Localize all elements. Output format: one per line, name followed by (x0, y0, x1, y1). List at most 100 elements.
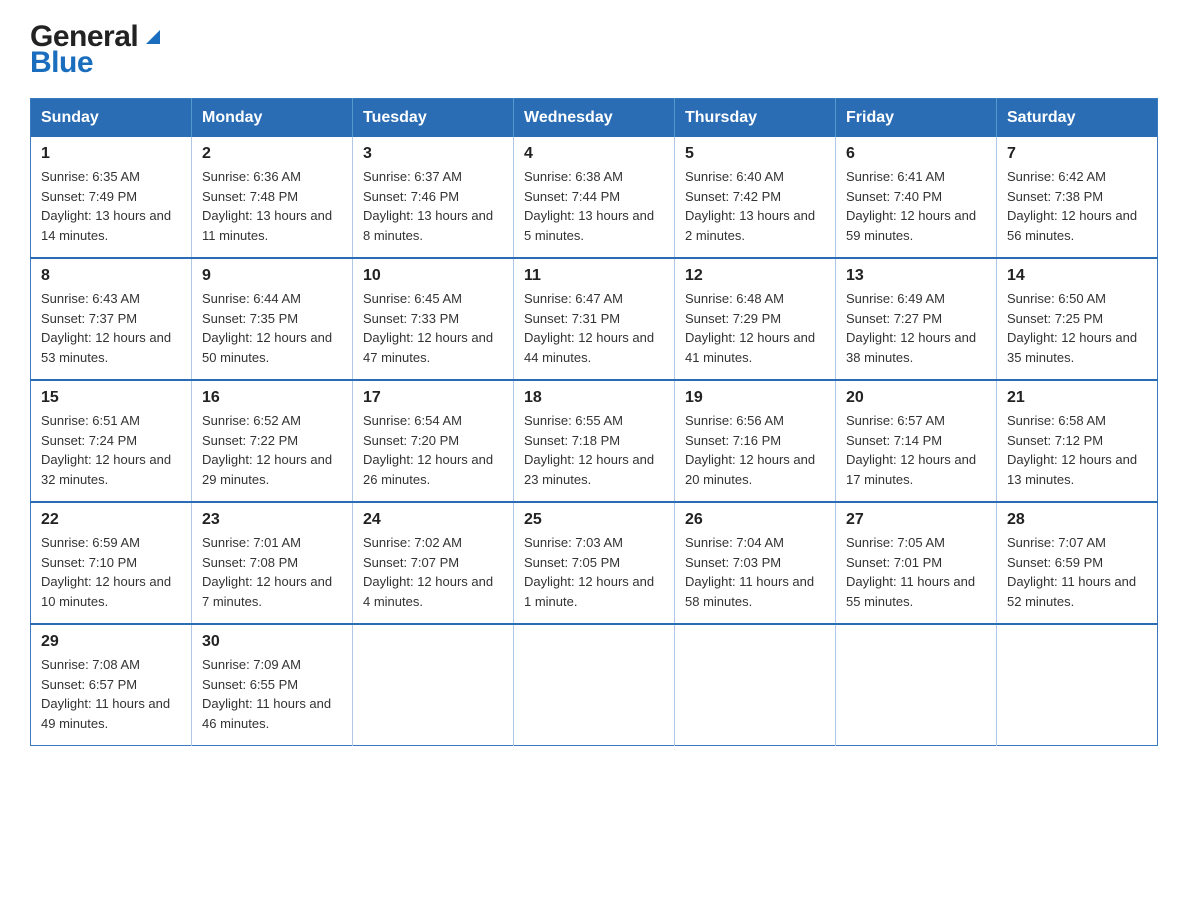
calendar-day-cell: 7 Sunrise: 6:42 AM Sunset: 7:38 PM Dayli… (997, 137, 1158, 258)
sunrise-text: Sunrise: 6:47 AM (524, 291, 623, 306)
sunrise-text: Sunrise: 6:37 AM (363, 169, 462, 184)
calendar-day-cell: 2 Sunrise: 6:36 AM Sunset: 7:48 PM Dayli… (192, 137, 353, 258)
day-number: 13 (846, 267, 986, 285)
day-number: 6 (846, 145, 986, 163)
calendar-day-cell: 27 Sunrise: 7:05 AM Sunset: 7:01 PM Dayl… (836, 502, 997, 624)
sunset-text: Sunset: 7:03 PM (685, 555, 781, 570)
day-info: Sunrise: 6:42 AM Sunset: 7:38 PM Dayligh… (1007, 167, 1147, 245)
sunrise-text: Sunrise: 6:44 AM (202, 291, 301, 306)
calendar-header: Sunday Monday Tuesday Wednesday Thursday… (31, 99, 1158, 138)
calendar-day-cell: 13 Sunrise: 6:49 AM Sunset: 7:27 PM Dayl… (836, 258, 997, 380)
daylight-text: Daylight: 12 hours and 47 minutes. (363, 330, 493, 365)
day-number: 7 (1007, 145, 1147, 163)
day-number: 29 (41, 633, 181, 651)
daylight-text: Daylight: 12 hours and 56 minutes. (1007, 208, 1137, 243)
day-number: 24 (363, 511, 503, 529)
sunrise-text: Sunrise: 6:56 AM (685, 413, 784, 428)
sunrise-text: Sunrise: 7:05 AM (846, 535, 945, 550)
daylight-text: Daylight: 11 hours and 52 minutes. (1007, 574, 1136, 609)
calendar-week-row: 22 Sunrise: 6:59 AM Sunset: 7:10 PM Dayl… (31, 502, 1158, 624)
sunrise-text: Sunrise: 6:48 AM (685, 291, 784, 306)
daylight-text: Daylight: 13 hours and 5 minutes. (524, 208, 654, 243)
sunrise-text: Sunrise: 6:35 AM (41, 169, 140, 184)
sunset-text: Sunset: 7:35 PM (202, 311, 298, 326)
day-info: Sunrise: 7:04 AM Sunset: 7:03 PM Dayligh… (685, 533, 825, 611)
sunrise-text: Sunrise: 6:40 AM (685, 169, 784, 184)
header-thursday: Thursday (675, 99, 836, 138)
daylight-text: Daylight: 12 hours and 41 minutes. (685, 330, 815, 365)
daylight-text: Daylight: 12 hours and 4 minutes. (363, 574, 493, 609)
sunset-text: Sunset: 7:25 PM (1007, 311, 1103, 326)
day-number: 8 (41, 267, 181, 285)
sunset-text: Sunset: 7:33 PM (363, 311, 459, 326)
logo-blue-text: Blue (30, 46, 93, 80)
calendar-day-cell: 24 Sunrise: 7:02 AM Sunset: 7:07 PM Dayl… (353, 502, 514, 624)
calendar-week-row: 15 Sunrise: 6:51 AM Sunset: 7:24 PM Dayl… (31, 380, 1158, 502)
day-info: Sunrise: 7:07 AM Sunset: 6:59 PM Dayligh… (1007, 533, 1147, 611)
sunset-text: Sunset: 7:48 PM (202, 189, 298, 204)
header-sunday: Sunday (31, 99, 192, 138)
daylight-text: Daylight: 12 hours and 13 minutes. (1007, 452, 1137, 487)
daylight-text: Daylight: 12 hours and 23 minutes. (524, 452, 654, 487)
day-number: 19 (685, 389, 825, 407)
calendar-day-cell (997, 624, 1158, 746)
day-number: 30 (202, 633, 342, 651)
daylight-text: Daylight: 12 hours and 38 minutes. (846, 330, 976, 365)
sunset-text: Sunset: 7:49 PM (41, 189, 137, 204)
sunrise-text: Sunrise: 6:43 AM (41, 291, 140, 306)
daylight-text: Daylight: 13 hours and 11 minutes. (202, 208, 332, 243)
day-info: Sunrise: 6:52 AM Sunset: 7:22 PM Dayligh… (202, 411, 342, 489)
calendar-day-cell: 20 Sunrise: 6:57 AM Sunset: 7:14 PM Dayl… (836, 380, 997, 502)
sunrise-text: Sunrise: 7:07 AM (1007, 535, 1106, 550)
calendar-body: 1 Sunrise: 6:35 AM Sunset: 7:49 PM Dayli… (31, 137, 1158, 746)
day-info: Sunrise: 6:47 AM Sunset: 7:31 PM Dayligh… (524, 289, 664, 367)
sunrise-text: Sunrise: 6:54 AM (363, 413, 462, 428)
calendar-day-cell: 1 Sunrise: 6:35 AM Sunset: 7:49 PM Dayli… (31, 137, 192, 258)
calendar-day-cell (675, 624, 836, 746)
logo-triangle-icon (142, 24, 164, 46)
sunset-text: Sunset: 7:18 PM (524, 433, 620, 448)
calendar-day-cell: 6 Sunrise: 6:41 AM Sunset: 7:40 PM Dayli… (836, 137, 997, 258)
day-info: Sunrise: 6:44 AM Sunset: 7:35 PM Dayligh… (202, 289, 342, 367)
day-info: Sunrise: 7:01 AM Sunset: 7:08 PM Dayligh… (202, 533, 342, 611)
sunset-text: Sunset: 7:16 PM (685, 433, 781, 448)
calendar-day-cell: 30 Sunrise: 7:09 AM Sunset: 6:55 PM Dayl… (192, 624, 353, 746)
sunset-text: Sunset: 7:01 PM (846, 555, 942, 570)
daylight-text: Daylight: 11 hours and 49 minutes. (41, 696, 170, 731)
sunrise-text: Sunrise: 7:03 AM (524, 535, 623, 550)
calendar-day-cell: 16 Sunrise: 6:52 AM Sunset: 7:22 PM Dayl… (192, 380, 353, 502)
day-number: 25 (524, 511, 664, 529)
daylight-text: Daylight: 13 hours and 8 minutes. (363, 208, 493, 243)
daylight-text: Daylight: 12 hours and 53 minutes. (41, 330, 171, 365)
daylight-text: Daylight: 12 hours and 7 minutes. (202, 574, 332, 609)
sunrise-text: Sunrise: 6:55 AM (524, 413, 623, 428)
sunset-text: Sunset: 6:59 PM (1007, 555, 1103, 570)
calendar-day-cell: 8 Sunrise: 6:43 AM Sunset: 7:37 PM Dayli… (31, 258, 192, 380)
day-info: Sunrise: 6:36 AM Sunset: 7:48 PM Dayligh… (202, 167, 342, 245)
calendar-day-cell: 10 Sunrise: 6:45 AM Sunset: 7:33 PM Dayl… (353, 258, 514, 380)
calendar-day-cell: 11 Sunrise: 6:47 AM Sunset: 7:31 PM Dayl… (514, 258, 675, 380)
day-info: Sunrise: 6:57 AM Sunset: 7:14 PM Dayligh… (846, 411, 986, 489)
day-info: Sunrise: 6:41 AM Sunset: 7:40 PM Dayligh… (846, 167, 986, 245)
daylight-text: Daylight: 12 hours and 59 minutes. (846, 208, 976, 243)
day-info: Sunrise: 6:45 AM Sunset: 7:33 PM Dayligh… (363, 289, 503, 367)
daylight-text: Daylight: 12 hours and 17 minutes. (846, 452, 976, 487)
calendar-day-cell: 28 Sunrise: 7:07 AM Sunset: 6:59 PM Dayl… (997, 502, 1158, 624)
day-info: Sunrise: 6:50 AM Sunset: 7:25 PM Dayligh… (1007, 289, 1147, 367)
sunrise-text: Sunrise: 7:04 AM (685, 535, 784, 550)
day-info: Sunrise: 6:56 AM Sunset: 7:16 PM Dayligh… (685, 411, 825, 489)
sunrise-text: Sunrise: 6:36 AM (202, 169, 301, 184)
sunset-text: Sunset: 7:10 PM (41, 555, 137, 570)
calendar-day-cell: 21 Sunrise: 6:58 AM Sunset: 7:12 PM Dayl… (997, 380, 1158, 502)
day-number: 21 (1007, 389, 1147, 407)
calendar-day-cell: 12 Sunrise: 6:48 AM Sunset: 7:29 PM Dayl… (675, 258, 836, 380)
sunset-text: Sunset: 7:12 PM (1007, 433, 1103, 448)
day-number: 11 (524, 267, 664, 285)
day-info: Sunrise: 6:58 AM Sunset: 7:12 PM Dayligh… (1007, 411, 1147, 489)
header-friday: Friday (836, 99, 997, 138)
daylight-text: Daylight: 12 hours and 35 minutes. (1007, 330, 1137, 365)
calendar-day-cell: 15 Sunrise: 6:51 AM Sunset: 7:24 PM Dayl… (31, 380, 192, 502)
day-info: Sunrise: 6:38 AM Sunset: 7:44 PM Dayligh… (524, 167, 664, 245)
calendar-day-cell: 3 Sunrise: 6:37 AM Sunset: 7:46 PM Dayli… (353, 137, 514, 258)
daylight-text: Daylight: 12 hours and 26 minutes. (363, 452, 493, 487)
